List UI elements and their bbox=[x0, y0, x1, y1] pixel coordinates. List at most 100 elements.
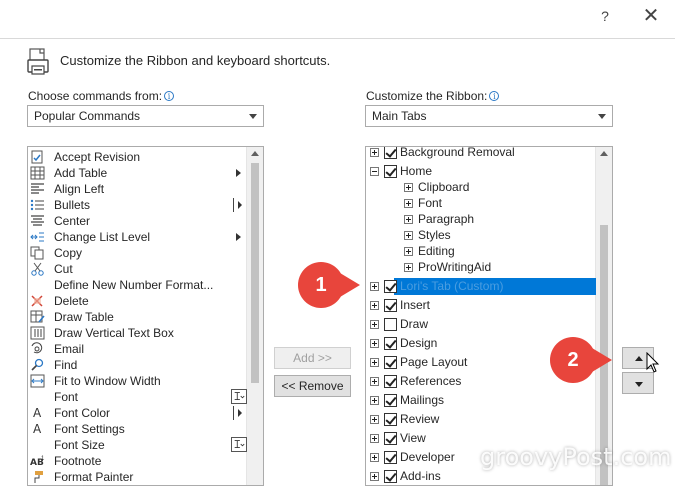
tree-item[interactable]: Font bbox=[366, 195, 596, 212]
customize-ribbon-combo[interactable]: Main Tabs bbox=[365, 105, 613, 127]
add-button[interactable]: Add >> bbox=[274, 347, 351, 369]
tree-item[interactable]: Mailings bbox=[366, 392, 596, 409]
svg-text:1: 1 bbox=[41, 456, 45, 462]
tree-item[interactable]: Insert bbox=[366, 297, 596, 314]
list-item-label: Font Settings bbox=[54, 422, 125, 436]
list-item[interactable]: Change List Level bbox=[28, 229, 260, 245]
tree-item[interactable]: Home bbox=[366, 163, 596, 180]
expand-icon[interactable] bbox=[370, 377, 379, 386]
tree-item-label: Background Removal bbox=[400, 146, 515, 159]
move-down-button[interactable] bbox=[622, 372, 654, 394]
list-item[interactable]: Copy bbox=[28, 245, 260, 261]
list-item[interactable]: Font bbox=[28, 389, 260, 405]
tree-item[interactable]: Review bbox=[366, 411, 596, 428]
checkbox[interactable] bbox=[384, 147, 397, 159]
commands-list[interactable]: Accept Revision Add Table Align Left Bullet… bbox=[27, 146, 264, 486]
align-left-icon bbox=[30, 182, 45, 196]
chevron-right-icon bbox=[236, 233, 241, 241]
expand-icon[interactable] bbox=[404, 215, 413, 224]
expand-icon[interactable] bbox=[370, 415, 379, 424]
choose-commands-combo[interactable]: Popular Commands bbox=[27, 105, 264, 127]
list-item[interactable]: Define New Number Format... bbox=[28, 277, 260, 293]
checkbox[interactable] bbox=[384, 356, 397, 369]
triangle-down-icon bbox=[635, 382, 643, 387]
tree-item[interactable]: Editing bbox=[366, 243, 596, 260]
text-control-icon bbox=[231, 389, 247, 404]
checkbox[interactable] bbox=[384, 394, 397, 407]
info-icon[interactable]: i bbox=[489, 91, 500, 101]
expand-icon[interactable] bbox=[404, 231, 413, 240]
tree-item[interactable]: Clipboard bbox=[366, 179, 596, 196]
collapse-icon[interactable] bbox=[370, 167, 379, 176]
info-icon[interactable]: i bbox=[164, 91, 175, 101]
list-item[interactable]: Draw Table bbox=[28, 309, 260, 325]
list-item[interactable]: Align Left bbox=[28, 181, 260, 197]
tree-item-label: Paragraph bbox=[418, 212, 475, 226]
list-item-label: Cut bbox=[54, 262, 73, 276]
tree-item[interactable]: Styles bbox=[366, 227, 596, 244]
list-item[interactable]: Draw Vertical Text Box bbox=[28, 325, 260, 341]
expand-icon[interactable] bbox=[370, 396, 379, 405]
remove-button[interactable]: << Remove bbox=[274, 375, 351, 397]
expand-icon[interactable] bbox=[404, 183, 413, 192]
expand-icon[interactable] bbox=[404, 247, 413, 256]
expand-icon[interactable] bbox=[370, 453, 379, 462]
expand-icon[interactable] bbox=[370, 301, 379, 310]
list-item-label: Draw Table bbox=[54, 310, 114, 324]
tree-item[interactable]: Draw bbox=[366, 316, 596, 333]
list-item[interactable]: Center bbox=[28, 213, 260, 229]
tree-item-label: References bbox=[400, 374, 462, 388]
checkbox[interactable] bbox=[384, 375, 397, 388]
expand-icon[interactable] bbox=[404, 199, 413, 208]
expand-icon[interactable] bbox=[370, 320, 379, 329]
checkbox[interactable] bbox=[384, 165, 397, 178]
list-item[interactable]: A Font Color bbox=[28, 405, 260, 421]
list-item[interactable]: Accept Revision bbox=[28, 149, 260, 165]
tree-item-label: View bbox=[400, 431, 426, 445]
list-item[interactable]: Add Table bbox=[28, 165, 260, 181]
expand-icon[interactable] bbox=[370, 339, 379, 348]
expand-icon[interactable] bbox=[370, 472, 379, 481]
list-item-label: Copy bbox=[54, 246, 83, 260]
list-item[interactable]: Delete bbox=[28, 293, 260, 309]
list-item[interactable]: AB 1 Footnote bbox=[28, 453, 260, 469]
list-item[interactable]: Bullets bbox=[28, 197, 260, 213]
tree-item-label: Review bbox=[400, 412, 440, 426]
scroll-up-icon[interactable] bbox=[600, 151, 608, 156]
checkbox[interactable] bbox=[384, 299, 397, 312]
tree-item-label: Design bbox=[400, 336, 438, 350]
tree-item[interactable]: ProWritingAid bbox=[366, 259, 596, 276]
list-item[interactable]: Find bbox=[28, 357, 260, 373]
ribbon-tabs-tree[interactable]: Background Removal Home Clipboard Font Parag… bbox=[365, 146, 613, 486]
checkbox[interactable] bbox=[384, 470, 397, 483]
close-button[interactable]: ✕ bbox=[636, 4, 666, 28]
checkbox[interactable] bbox=[384, 337, 397, 350]
expand-icon[interactable] bbox=[370, 434, 379, 443]
tree-item-label: Add-ins bbox=[400, 469, 441, 483]
list-item-label: Center bbox=[54, 214, 91, 228]
checkbox[interactable] bbox=[384, 451, 397, 464]
expand-icon[interactable] bbox=[404, 263, 413, 272]
list-item[interactable]: Email bbox=[28, 341, 260, 357]
callout-2: 2 bbox=[550, 337, 596, 383]
list-item[interactable]: Cut bbox=[28, 261, 260, 277]
scrollbar[interactable] bbox=[595, 147, 612, 485]
list-item[interactable]: A Font Settings bbox=[28, 421, 260, 437]
list-item[interactable]: Fit to Window Width bbox=[28, 373, 260, 389]
list-item[interactable]: Format Painter bbox=[28, 469, 260, 485]
checkbox[interactable] bbox=[384, 432, 397, 445]
checkbox[interactable] bbox=[384, 318, 397, 331]
expand-icon[interactable] bbox=[370, 358, 379, 367]
checkbox[interactable] bbox=[384, 280, 397, 293]
tree-item[interactable]: Background Removal bbox=[366, 146, 596, 161]
expand-icon[interactable] bbox=[370, 282, 379, 291]
format-painter-icon bbox=[30, 470, 45, 484]
tree-item[interactable]: Lori's Tab (Custom) bbox=[366, 278, 596, 295]
expand-icon[interactable] bbox=[370, 148, 379, 157]
tree-item[interactable]: Paragraph bbox=[366, 211, 596, 228]
ribbon-customize-icon bbox=[27, 48, 49, 75]
checkbox[interactable] bbox=[384, 413, 397, 426]
font-settings-icon: A bbox=[30, 422, 45, 436]
help-button[interactable]: ? bbox=[590, 4, 620, 28]
list-item[interactable]: Font Size bbox=[28, 437, 260, 453]
